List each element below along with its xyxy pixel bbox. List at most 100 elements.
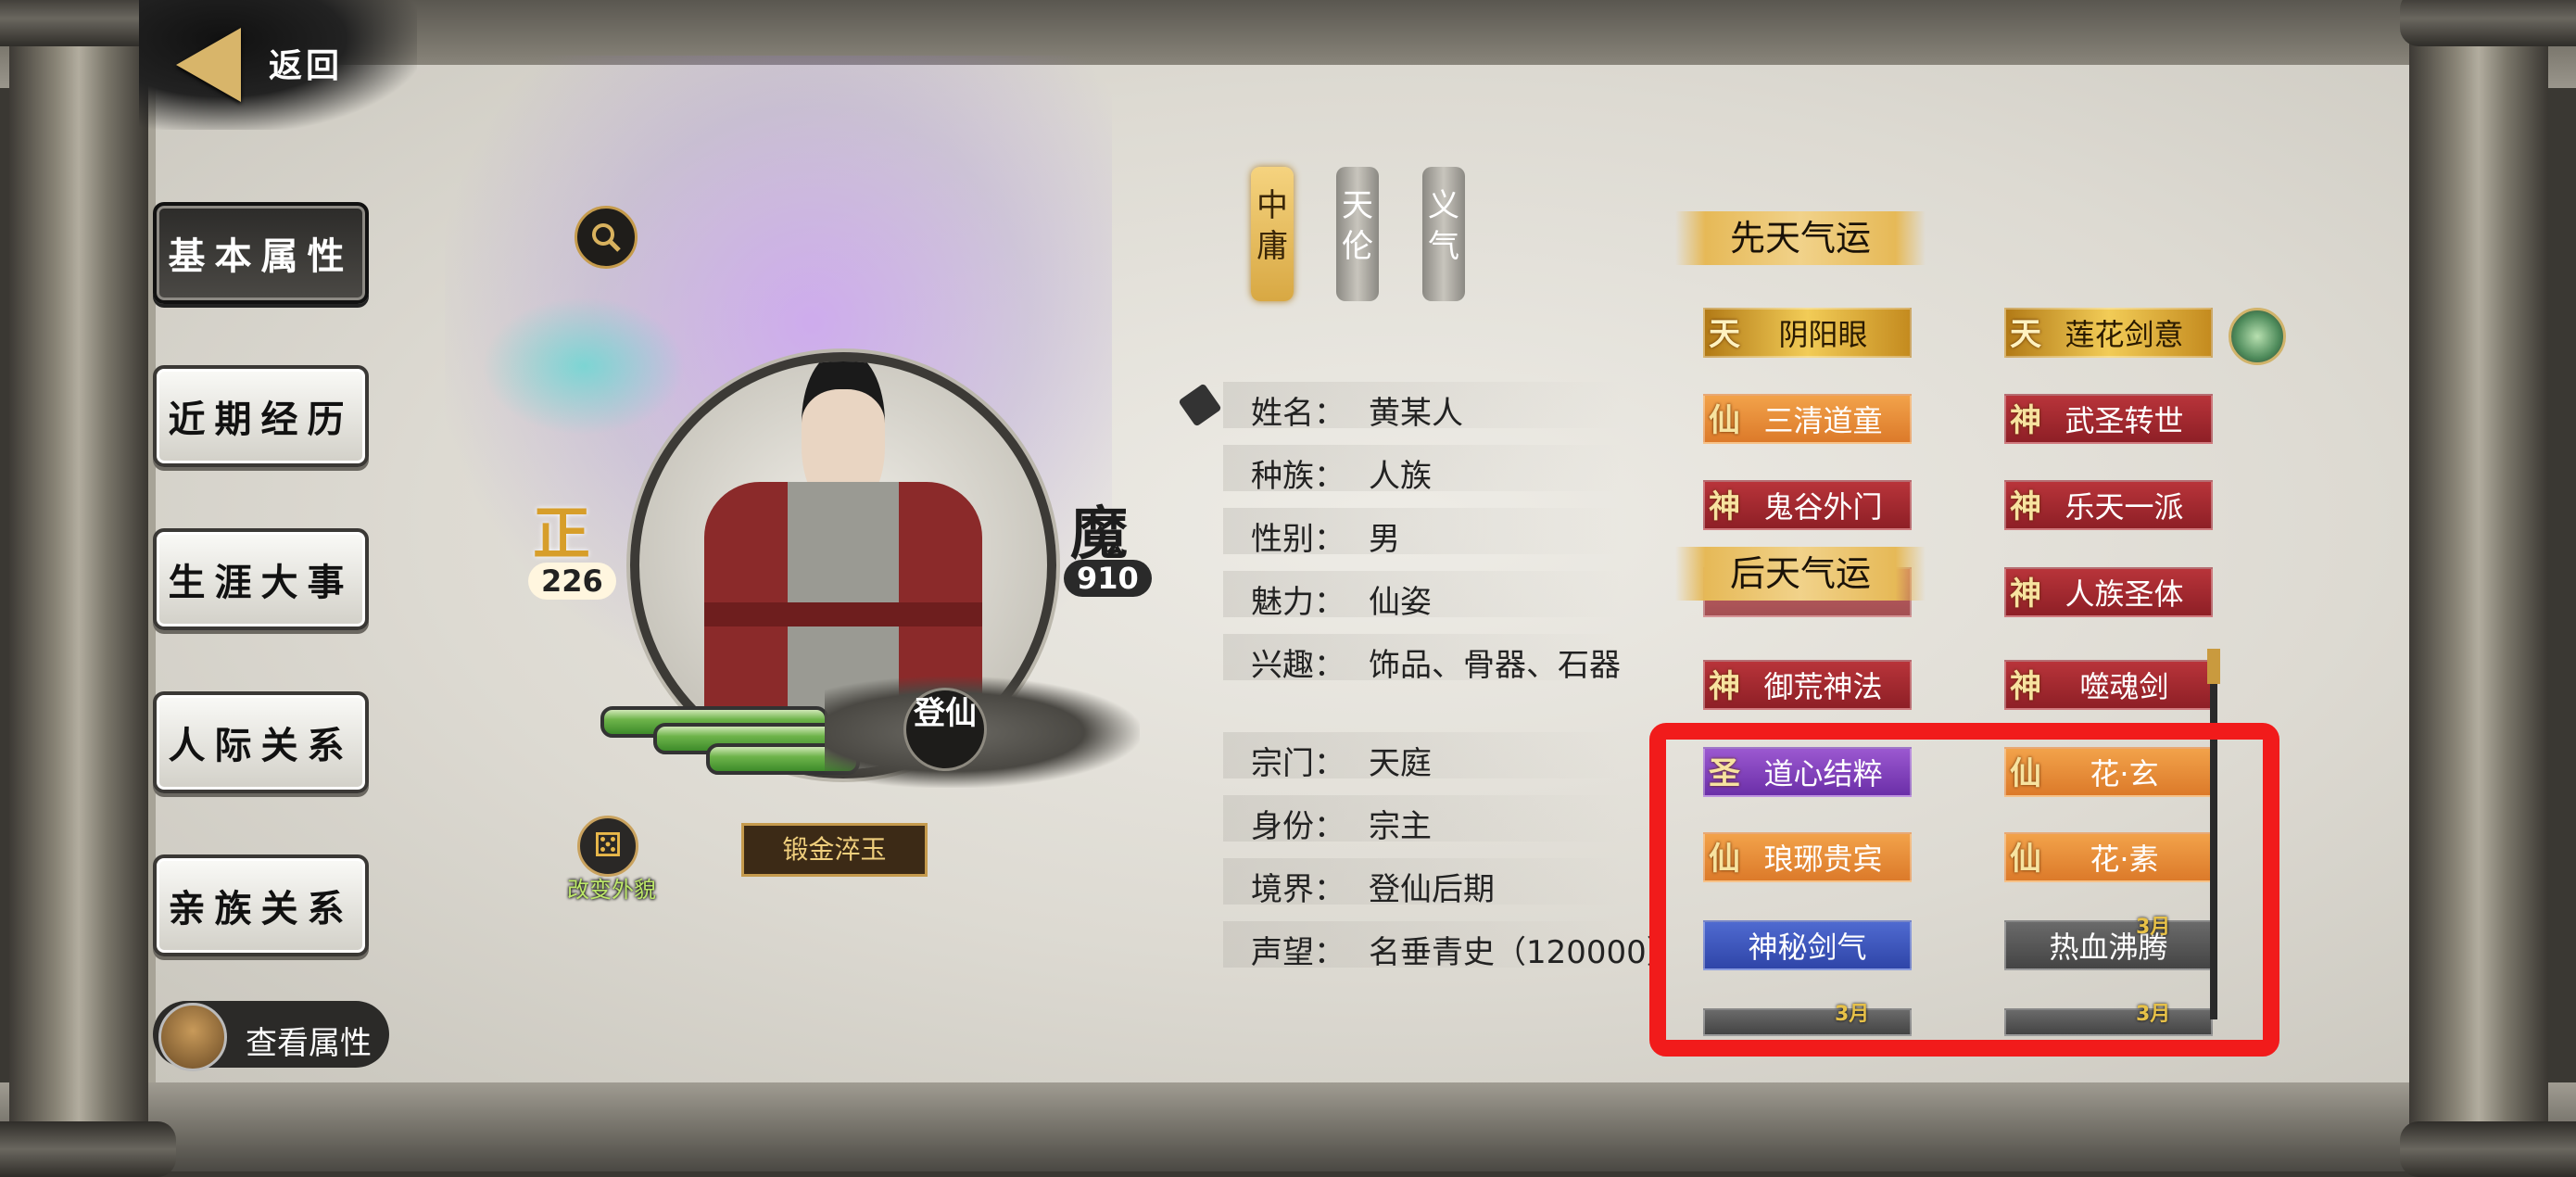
info-reputation: 声望： 名垂青史（120000） — [1223, 921, 1678, 971]
roller-cap — [2400, 1121, 2576, 1177]
info-key: 种族： — [1251, 458, 1345, 495]
info-identity: 身份： 宗主 — [1223, 795, 1622, 845]
info-key: 性别： — [1251, 521, 1345, 558]
info-gender: 性别： 男 — [1223, 508, 1622, 558]
info-value: 天庭 — [1369, 745, 1432, 782]
fortune-name: 琅琊贵宾 — [1763, 842, 1883, 877]
scroll-right-roller — [2409, 0, 2548, 1171]
info-value: 黄某人 — [1369, 395, 1463, 432]
roller-cap — [0, 1121, 176, 1177]
duration-badge: 3月 — [1835, 1003, 1870, 1026]
fortune-item-partial[interactable] — [2004, 1008, 2213, 1036]
tab-moderation[interactable]: 中庸 — [1251, 167, 1294, 301]
fortune-name: 鬼谷外门 — [1763, 489, 1883, 525]
fortune-item[interactable]: 仙 三清道童 — [1703, 394, 1912, 444]
info-realm: 境界： 登仙后期 — [1223, 858, 1622, 908]
fortune-name: 噬魂剑 — [2079, 669, 2169, 704]
fortune-name: 莲花剑意 — [2065, 317, 2184, 352]
info-value: 男 — [1369, 521, 1400, 558]
info-value: 人族 — [1369, 458, 1432, 495]
info-key: 魅力： — [1251, 584, 1345, 621]
view-attributes-label: 查看属性 — [246, 1025, 372, 1062]
fortune-rank-icon: 神 — [1709, 488, 1740, 525]
alignment-good-label: 正 — [533, 500, 591, 567]
fortune-rank-icon: 神 — [2010, 402, 2041, 439]
info-value: 宗主 — [1369, 808, 1432, 845]
nav-family[interactable]: 亲族关系 — [153, 854, 369, 956]
info-value: 登仙后期 — [1369, 871, 1495, 908]
nav-recent-experience[interactable]: 近期经历 — [153, 365, 369, 467]
nav-basic-attributes[interactable]: 基本属性 — [153, 202, 369, 304]
fortune-rank-icon: 天 — [2010, 316, 2041, 353]
fortune-rank-icon: 神 — [2010, 668, 2041, 705]
fortune-name: 人族圣体 — [2065, 576, 2184, 612]
tab-loyalty[interactable]: 义气 — [1422, 167, 1465, 301]
duration-badge: 3月 — [2136, 916, 2171, 939]
alignment-good-value: 226 — [528, 563, 616, 600]
nav-relationships[interactable]: 人际关系 — [153, 691, 369, 793]
duration-badge: 3月 — [2136, 1003, 2171, 1026]
fortune-item[interactable]: 仙 花·素 — [2004, 832, 2213, 882]
fortune-rank-icon: 圣 — [1709, 755, 1740, 792]
fortune-rank-icon: 仙 — [2010, 841, 2041, 878]
info-value: 仙姿 — [1369, 584, 1432, 621]
cyan-spirit-effect — [482, 297, 686, 436]
fortune-item[interactable]: 神秘剑气 — [1703, 920, 1912, 970]
fortune-item[interactable]: 神 噬魂剑 — [2004, 660, 2213, 710]
back-arrow-icon — [176, 28, 241, 102]
fortune-item[interactable]: 神 武圣转世 — [2004, 394, 2213, 444]
info-key: 境界： — [1251, 871, 1345, 908]
innate-fortune-title: 先天气运 — [1675, 211, 1926, 265]
fortune-name: 道心结粹 — [1763, 756, 1883, 791]
nav-career-events[interactable]: 生涯大事 — [153, 528, 369, 630]
tab-kinship[interactable]: 天伦 — [1336, 167, 1379, 301]
fortune-item[interactable]: 神 人族圣体 — [2004, 567, 2213, 617]
fortune-scrollbar-thumb[interactable] — [2207, 649, 2220, 684]
character-sash — [704, 602, 982, 626]
acquired-fortune-title: 后天气运 — [1675, 547, 1926, 601]
fortune-rank-icon: 仙 — [1709, 402, 1740, 439]
fortune-item[interactable]: 神 鬼谷外门 — [1703, 480, 1912, 530]
fortune-item[interactable]: 天 莲花剑意 — [2004, 308, 2213, 358]
fortune-name: 三清道童 — [1763, 403, 1883, 438]
fortune-item[interactable]: 仙 花·玄 — [2004, 747, 2213, 797]
fortune-rank-icon: 神 — [2010, 488, 2041, 525]
info-interest: 兴趣： 饰品、骨器、石器 — [1223, 634, 1622, 684]
fortune-rank-icon: 神 — [1709, 668, 1740, 705]
alignment-evil-value: 910 — [1064, 560, 1152, 597]
fortune-name: 御荒神法 — [1763, 669, 1883, 704]
dice-icon: ⚄ — [577, 816, 638, 877]
lotus-icon — [2229, 308, 2286, 365]
ascend-button[interactable]: 登仙 — [903, 688, 987, 771]
fortune-item-partial[interactable] — [1703, 1008, 1912, 1036]
info-name: 姓名： 黄某人 — [1223, 382, 1622, 432]
info-key: 宗门： — [1251, 745, 1345, 782]
fortune-rank-icon: 神 — [2010, 576, 2041, 613]
fortune-item[interactable]: 天 阴阳眼 — [1703, 308, 1912, 358]
zoom-portrait-button[interactable] — [575, 206, 638, 269]
fortune-item[interactable]: 神 御荒神法 — [1703, 660, 1912, 710]
info-key: 身份： — [1251, 808, 1345, 845]
info-value: 饰品、骨器、石器 — [1369, 647, 1621, 684]
fortune-name: 神秘剑气 — [1748, 930, 1867, 965]
change-appearance-label: 改变外貌 — [567, 877, 656, 903]
fortune-rank-icon: 仙 — [2010, 755, 2041, 792]
fortune-name: 花·玄 — [2090, 756, 2159, 791]
fortune-item[interactable]: 仙 琅琊贵宾 — [1703, 832, 1912, 882]
change-appearance-button[interactable]: ⚄ 改变外貌 — [551, 816, 663, 908]
fortune-item[interactable]: 神 乐天一派 — [2004, 480, 2213, 530]
view-attributes-button[interactable]: 查看属性 — [153, 1001, 389, 1071]
forge-button[interactable]: 锻金淬玉 — [741, 823, 928, 877]
info-key: 兴趣： — [1251, 647, 1345, 684]
info-race: 种族： 人族 — [1223, 445, 1622, 495]
info-charm: 魅力： 仙姿 — [1223, 571, 1622, 621]
fortune-item[interactable]: 热血沸腾 — [2004, 920, 2213, 970]
fortune-name: 武圣转世 — [2065, 403, 2184, 438]
info-value: 名垂青史（120000） — [1369, 934, 1678, 971]
fortune-item[interactable]: 圣 道心结粹 — [1703, 747, 1912, 797]
back-button[interactable]: 返回 — [171, 19, 403, 111]
fortune-scrollbar[interactable] — [2210, 649, 2217, 1019]
search-icon — [592, 223, 621, 252]
fortune-rank-icon: 天 — [1709, 316, 1740, 353]
fortune-name: 乐天一派 — [2065, 489, 2184, 525]
